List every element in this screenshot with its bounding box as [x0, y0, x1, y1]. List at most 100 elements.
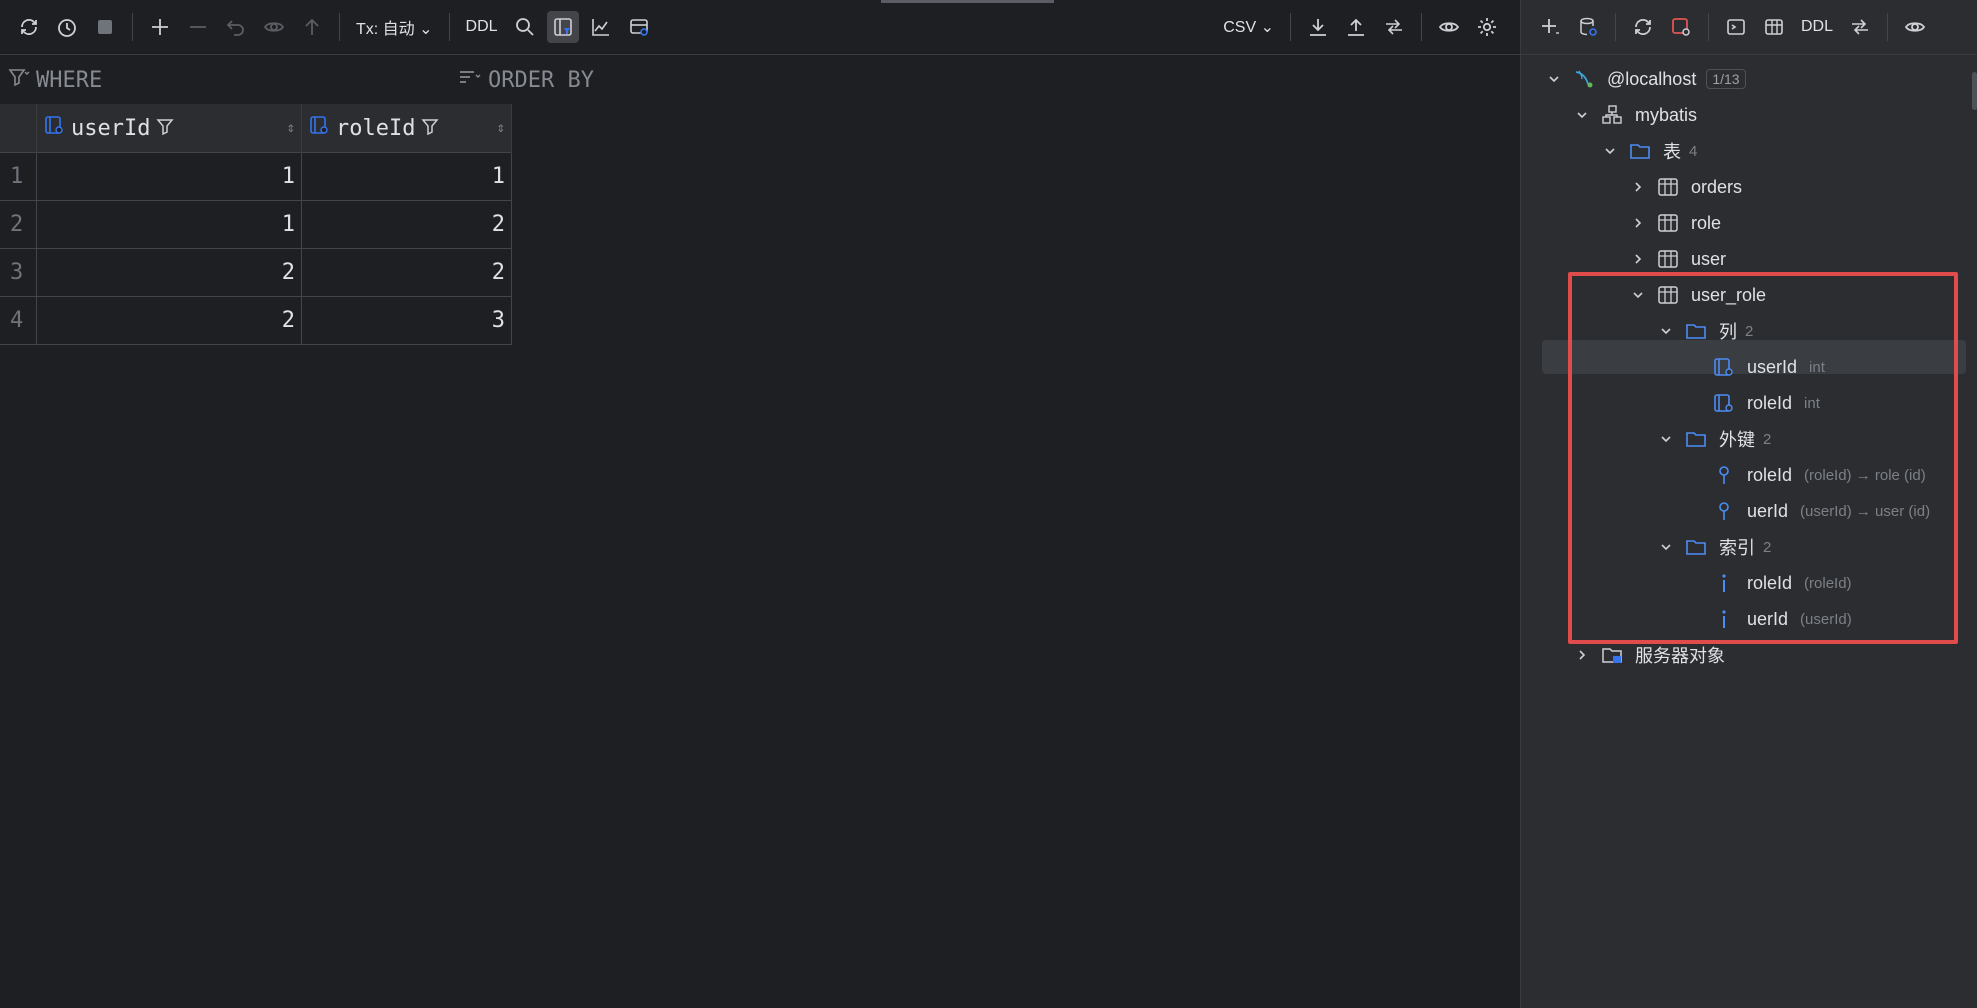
table-row[interactable]: 1 1 1 [0, 152, 512, 201]
chevron-right-icon[interactable] [1629, 250, 1647, 268]
download-icon[interactable] [1302, 11, 1334, 43]
table-icon[interactable] [1758, 11, 1790, 43]
ddl-button[interactable]: DDL [466, 18, 498, 36]
chevron-right-icon[interactable] [1629, 214, 1647, 232]
ddl-button[interactable]: DDL [1801, 18, 1833, 36]
compare-icon[interactable] [1378, 11, 1410, 43]
column-header-userid[interactable]: userId ⇕ [36, 104, 302, 153]
datasource-properties-icon[interactable] [1572, 11, 1604, 43]
cell-roleid[interactable]: 2 [301, 248, 512, 297]
server-objects-label: 服务器对象 [1635, 646, 1725, 666]
cell-userid[interactable]: 1 [36, 200, 302, 249]
add-row-icon[interactable] [144, 11, 176, 43]
history-icon[interactable] [51, 11, 83, 43]
cell-userid[interactable]: 1 [36, 152, 302, 201]
row-number: 1 [0, 152, 37, 201]
chevron-down-icon[interactable] [1573, 106, 1591, 124]
table-row[interactable]: 4 2 3 [0, 296, 512, 345]
table-label: orders [1691, 176, 1743, 197]
stop-icon[interactable] [89, 11, 121, 43]
column-header-roleid[interactable]: roleId ⇕ [301, 104, 512, 153]
toolbar-separator [1421, 13, 1422, 41]
schema-label: mybatis [1635, 104, 1698, 125]
cell-roleid[interactable]: 3 [301, 296, 512, 345]
preview-changes-icon[interactable] [258, 11, 290, 43]
column-name: roleId [336, 115, 416, 141]
tree-node-schema[interactable]: mybatis [1573, 98, 1697, 132]
toolbar-separator [339, 13, 340, 41]
disconnect-icon[interactable] [1665, 11, 1697, 43]
sort-toggle-icon[interactable]: ⇕ [497, 120, 505, 136]
column-key-icon [43, 114, 65, 142]
row-number: 2 [0, 200, 37, 249]
add-icon[interactable] [1534, 11, 1566, 43]
table-icon [1657, 248, 1679, 270]
where-filter[interactable]: WHERE [8, 66, 102, 94]
filter-icon [8, 66, 30, 94]
tree-node-tables-folder[interactable]: 表 4 [1601, 134, 1697, 168]
server-folder-icon [1601, 644, 1623, 666]
column-key-icon [308, 114, 330, 142]
eye-icon[interactable] [1899, 11, 1931, 43]
column-name: userId [71, 115, 151, 141]
schema-icon [1601, 104, 1623, 126]
tree-node-table-orders[interactable]: orders [1629, 170, 1742, 204]
table-row[interactable]: 3 2 2 [0, 248, 512, 297]
tree-node-table-user[interactable]: user [1629, 242, 1726, 276]
chevron-down-icon[interactable] [1545, 70, 1563, 88]
toolbar-separator [132, 13, 133, 41]
chevron-down-icon[interactable] [1601, 142, 1619, 160]
chevron-right-icon[interactable] [1629, 178, 1647, 196]
folder-icon [1629, 140, 1651, 162]
table-label: role [1691, 212, 1722, 233]
upload-icon[interactable] [1340, 11, 1372, 43]
table-row[interactable]: 2 1 2 [0, 200, 512, 249]
submit-icon[interactable] [296, 11, 328, 43]
cell-userid[interactable]: 2 [36, 296, 302, 345]
compare-icon[interactable] [1844, 11, 1876, 43]
host-schema-count-badge: 1/13 [1706, 69, 1746, 89]
toolbar-separator [448, 13, 450, 41]
table-label: user [1691, 248, 1727, 269]
tree-node-host[interactable]: @localhost 1/13 [1545, 62, 1746, 96]
results-toolbar: Tx: 自动 ⌄ DDL CSV ⌄ [0, 0, 1520, 55]
results-table: userId ⇕ roleId ⇕ 1 1 1 2 1 2 3 2 2 4 2 … [0, 104, 512, 345]
toolbar-separator [1887, 13, 1889, 41]
view-settings-icon[interactable] [623, 11, 655, 43]
transaction-mode-dropdown[interactable]: Tx: 自动 ⌄ [356, 15, 433, 39]
row-number-header [0, 104, 37, 153]
search-icon[interactable] [509, 11, 541, 43]
row-number: 4 [0, 296, 37, 345]
column-filter-icon[interactable] [156, 116, 175, 141]
cell-userid[interactable]: 2 [36, 248, 302, 297]
orderby-filter[interactable]: ORDER BY [458, 66, 594, 94]
scrollbar-thumb[interactable] [1972, 72, 1977, 110]
folder-count: 4 [1689, 142, 1698, 160]
sort-toggle-icon[interactable]: ⇕ [287, 120, 295, 136]
chart-icon[interactable] [585, 11, 617, 43]
toolbar-separator [1708, 13, 1709, 41]
delete-row-icon[interactable] [182, 11, 214, 43]
row-number: 3 [0, 248, 37, 297]
chevron-right-icon[interactable] [1573, 646, 1591, 664]
host-label: @localhost [1607, 68, 1697, 89]
refresh-icon[interactable] [1627, 11, 1659, 43]
annotation-highlight-box [1568, 272, 1958, 644]
eye-icon[interactable] [1433, 11, 1465, 43]
column-filter-icon[interactable] [421, 116, 440, 141]
revert-icon[interactable] [220, 11, 252, 43]
mysql-dolphin-icon [1573, 68, 1595, 90]
filter-bar: WHERE ORDER BY [0, 60, 1520, 100]
filter-panel-icon[interactable] [546, 11, 579, 43]
folder-label: 表 [1663, 142, 1681, 162]
query-console-icon[interactable] [1720, 11, 1752, 43]
toolbar-separator [1615, 13, 1616, 41]
cell-roleid[interactable]: 1 [301, 152, 512, 201]
refresh-icon[interactable] [13, 11, 45, 43]
tree-node-table-role[interactable]: role [1629, 206, 1721, 240]
results-pane: Tx: 自动 ⌄ DDL CSV ⌄ WHERE ORDER BY userId… [0, 0, 1520, 1008]
cell-roleid[interactable]: 2 [301, 200, 512, 249]
toolbar-separator [1290, 13, 1291, 41]
gear-icon[interactable] [1471, 11, 1503, 43]
export-format-dropdown[interactable]: CSV ⌄ [1223, 17, 1274, 37]
